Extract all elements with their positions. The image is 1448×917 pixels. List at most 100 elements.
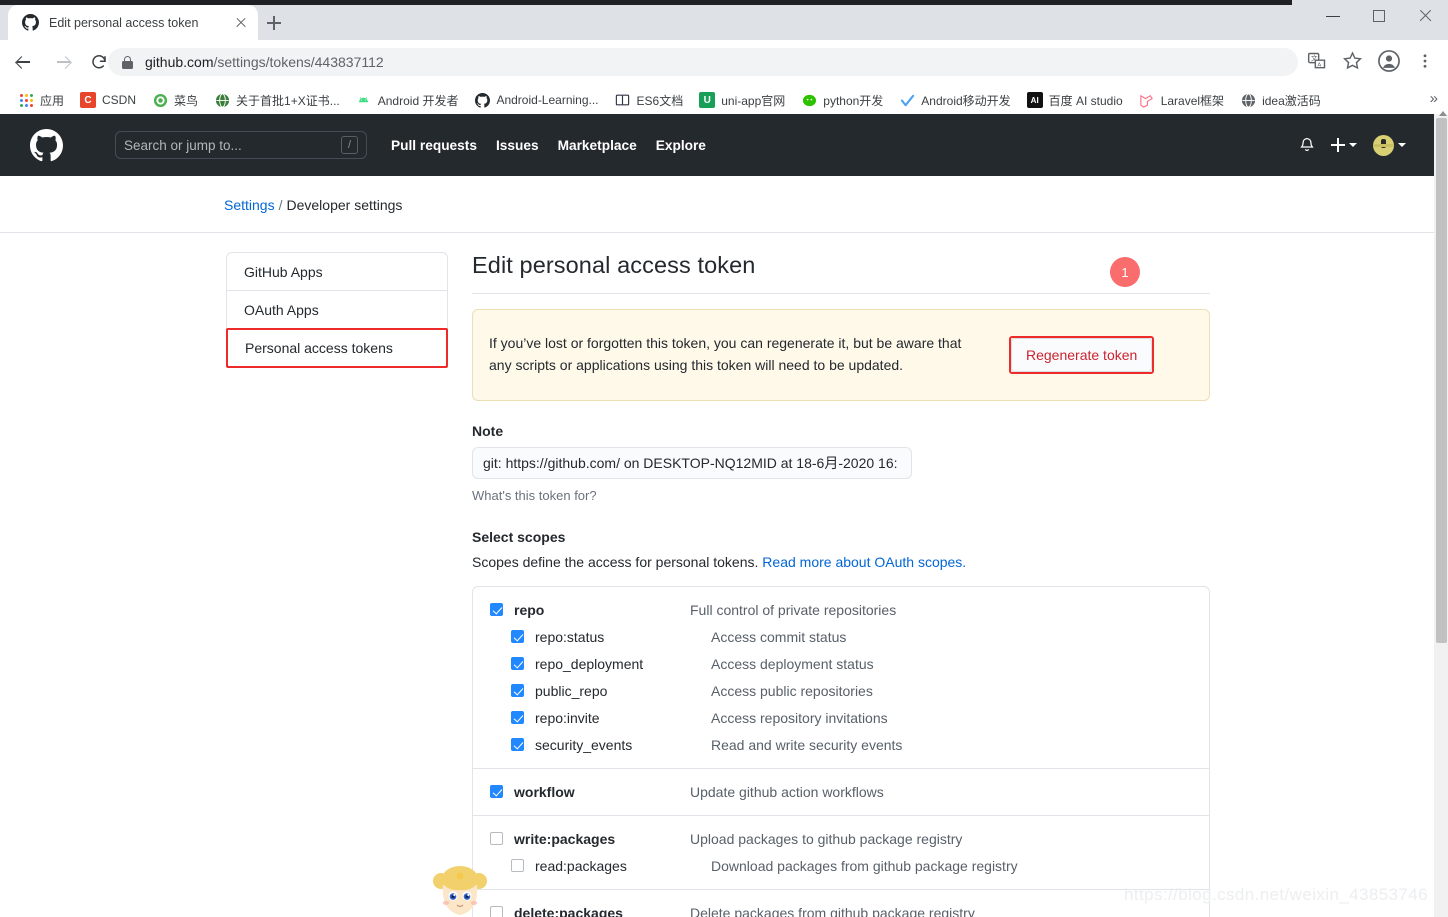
checkbox-workflow[interactable] [490,785,503,798]
regenerate-token-button[interactable]: Regenerate token [1009,336,1155,374]
page-scrollbar[interactable] [1434,111,1448,917]
nav-item-marketplace[interactable]: Marketplace [558,138,637,153]
scope-description: Access public repositories [711,682,873,699]
back-button[interactable] [6,45,40,79]
checkbox-repo_deployment[interactable] [511,657,524,670]
scope-row[interactable]: read:packages Download packages from gith… [473,852,1209,879]
scopes-description-text: Scopes define the access for personal to… [472,554,759,570]
create-new-menu[interactable] [1331,138,1357,152]
checkbox-public_repo[interactable] [511,684,524,697]
android-icon [356,92,372,108]
bookmark-label: 关于首批1+X证书... [236,93,340,108]
bookmark-item[interactable]: Android-Learning... [466,88,606,112]
scope-row[interactable]: write:packages Upload packages to github … [473,825,1209,852]
account-menu[interactable] [1373,134,1406,156]
bookmark-label: ES6文档 [636,93,684,108]
sidebar-item-github-apps[interactable]: GitHub Apps [227,253,447,291]
browser-window: Edit personal access token github.com/se… [0,0,1448,917]
bookmarks-bar: 应用 C CSDN 菜鸟 关于首批1+X证书... Android 开发者 Android-… [0,86,1448,114]
oauth-scopes-link[interactable]: Read more about OAuth scopes. [762,554,966,570]
bookmark-item[interactable]: ES6文档 [607,88,692,112]
scope-group: delete:packages Delete packages from gith… [473,890,1209,917]
nav-item-pull-requests[interactable]: Pull requests [391,138,477,153]
scope-row[interactable]: repo_deployment Access deployment status [473,650,1209,677]
minimize-button[interactable] [1310,0,1356,32]
bookmark-item[interactable]: Laravel框架 [1131,88,1232,112]
sidebar-item-oauth-apps[interactable]: OAuth Apps [227,291,447,329]
sidebar-item-label: OAuth Apps [244,301,319,318]
nav-item-explore[interactable]: Explore [656,138,706,153]
window-close-button[interactable] [1402,0,1448,32]
chevron-down-icon [1398,143,1406,147]
url-path: /settings/tokens/443837112 [213,54,384,70]
scope-description: Update github action workflows [690,783,884,800]
search-input[interactable]: Search or jump to... / [115,131,367,159]
address-bar-url: github.com/settings/tokens/443837112 [145,54,384,70]
plus-icon [1331,138,1345,152]
checkbox-repo:status[interactable] [511,630,524,643]
bookmark-item[interactable]: python开发 [793,88,891,112]
bell-icon[interactable] [1299,136,1315,154]
breadcrumb-settings-link[interactable]: Settings [224,197,275,213]
scope-name: repo_deployment [535,655,644,672]
scope-description: Delete packages from github package regi… [690,904,975,917]
bookmark-item[interactable]: 菜鸟 [144,88,206,112]
bookmark-item[interactable]: AI 百度 AI studio [1019,88,1131,112]
laravel-icon [1139,92,1155,108]
checkbox-security_events[interactable] [511,738,524,751]
scrollbar-thumb[interactable] [1436,111,1447,643]
github-icon [474,92,490,108]
maximize-button[interactable] [1356,0,1402,32]
nav-item-issues[interactable]: Issues [496,138,539,153]
github-mark-icon[interactable] [30,128,63,162]
bookmark-label: Android移动开发 [921,93,1011,108]
scopes-table: repo Full control of private repositories… [472,586,1210,917]
three-dot-menu-icon[interactable] [1410,46,1440,76]
scroll-up-icon[interactable] [1439,111,1447,116]
scope-name: repo:invite [535,709,600,726]
bookmark-item[interactable]: Android移动开发 [891,88,1018,112]
breadcrumb: Settings / Developer settings [224,197,402,213]
breadcrumb-separator: / [278,197,283,213]
scope-row[interactable]: repo:invite Access repository invitations [473,704,1209,731]
browser-tab[interactable]: Edit personal access token [8,5,258,40]
scope-row[interactable]: repo:status Access commit status [473,623,1209,650]
sidebar-item-personal-access-tokens[interactable]: Personal access tokens [226,328,448,368]
checkbox-read:packages[interactable] [511,859,524,872]
bookmark-label: Android-Learning... [496,93,599,107]
note-help-text: What's this token for? [472,488,597,503]
scope-group: repo Full control of private repositories… [473,587,1209,769]
bookmark-item[interactable]: Android 开发者 [348,88,467,112]
checkbox-write:packages[interactable] [490,832,503,845]
forward-button[interactable] [46,45,80,79]
note-input[interactable]: git: https://github.com/ on DESKTOP-NQ12… [472,447,912,479]
lock-icon [122,55,133,69]
profile-icon[interactable] [1374,46,1404,76]
checkbox-delete:packages[interactable] [490,906,503,917]
apps-grid-icon [18,92,34,108]
bookmark-item[interactable]: Uuni-app官网 [691,88,793,112]
bookmark-item[interactable]: 关于首批1+X证书... [206,88,348,112]
new-tab-button[interactable] [262,11,286,35]
scope-row[interactable]: delete:packages Delete packages from gith… [473,899,1209,917]
bookmark-item[interactable]: 应用 [10,88,72,112]
breadcrumb-current: Developer settings [286,197,403,213]
checkbox-repo[interactable] [490,603,503,616]
bookmark-item[interactable]: C CSDN [72,88,144,112]
checkbox-repo:invite[interactable] [511,711,524,724]
bookmark-item[interactable]: idea激活码 [1232,88,1329,112]
address-bar[interactable]: github.com/settings/tokens/443837112 [108,48,1298,76]
scope-description: Access repository invitations [711,709,888,726]
bookmark-label: 应用 [40,93,65,108]
scope-row[interactable]: security_events Read and write security e… [473,731,1209,758]
scope-row[interactable]: workflow Update github action workflows [473,778,1209,805]
translate-icon[interactable]: 文 A [1302,46,1332,76]
bookmark-label: python开发 [823,93,884,108]
scope-row[interactable]: repo Full control of private repositories [473,596,1209,623]
url-domain: github.com [145,54,214,70]
close-icon[interactable] [232,14,250,32]
scope-group: write:packages Upload packages to github … [473,816,1209,890]
scope-row[interactable]: public_repo Access public repositories [473,677,1209,704]
star-icon[interactable] [1338,46,1368,76]
bookmarks-overflow-icon[interactable]: » [1430,90,1438,107]
